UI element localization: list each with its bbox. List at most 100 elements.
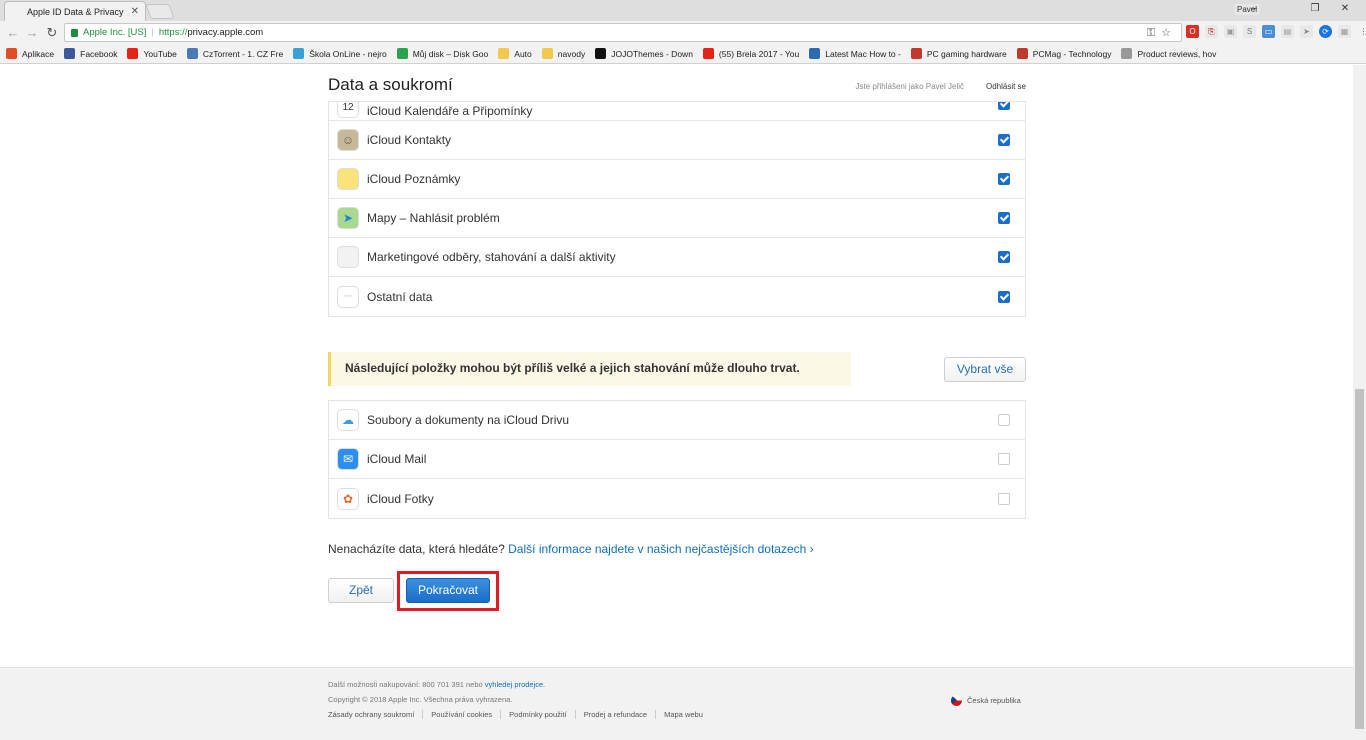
checkbox[interactable] (998, 492, 1010, 505)
bookmark-item[interactable]: Facebook (64, 48, 117, 59)
back-arrow-icon[interactable]: ← (5, 25, 21, 41)
bookmark-item[interactable]: Product reviews, hov (1121, 48, 1216, 59)
checkbox[interactable] (998, 290, 1010, 303)
list-item[interactable]: ➤ Mapy – Nahlásit problém (329, 199, 1025, 238)
scrollbar-thumb[interactable] (1355, 389, 1364, 729)
sign-out-link[interactable]: Odhlásit se (986, 82, 1026, 91)
checkbox[interactable] (998, 212, 1010, 224)
extension-icons: O ⎘ ▣ S ▭ ▤ ➤ ⟳ ▦ ⋮ (1186, 25, 1366, 38)
region-selector[interactable]: Česká republika (951, 695, 1021, 706)
contacts-icon: ☺ (337, 129, 359, 151)
shop-text: Další možnosti nakupování: 800 701 391 n… (328, 680, 483, 689)
forward-arrow-icon[interactable]: → (24, 25, 40, 41)
sync-extension-icon[interactable]: ⟳ (1319, 25, 1332, 38)
close-window-icon[interactable]: ✕ (1335, 2, 1355, 16)
reload-icon[interactable]: ↻ (44, 25, 60, 41)
extension-icon[interactable]: ▦ (1338, 25, 1351, 38)
list-item[interactable]: ◦◦◦ Ostatní data (329, 277, 1025, 316)
checkbox[interactable] (998, 134, 1010, 146)
icloud-drive-icon: ☁ (337, 409, 359, 431)
bookmark-item[interactable]: (55) Brela 2017 - You (702, 48, 800, 59)
bookmark-label: navody (557, 48, 586, 59)
checkbox[interactable] (998, 251, 1010, 263)
pdf-extension-icon[interactable]: ⎘ (1205, 25, 1218, 38)
bookmark-item[interactable]: YouTube (127, 48, 177, 59)
bookmark-label: CzTorrent - 1. CZ Fre (202, 48, 284, 59)
bookmark-item[interactable]: PCMag - Technology (1016, 48, 1111, 59)
maps-icon: ➤ (337, 207, 359, 229)
page-scrollbar[interactable] (1353, 65, 1366, 740)
bookmark-item[interactable]: navody (541, 48, 586, 59)
bookmark-item[interactable]: JOJOThemes - Down (595, 48, 693, 59)
opera-extension-icon[interactable]: O (1186, 25, 1199, 38)
window-extension-icon[interactable]: ▭ (1262, 25, 1275, 38)
bookmark-label: Auto (514, 48, 532, 59)
back-button[interactable]: Zpět (328, 578, 394, 603)
new-tab-button[interactable] (145, 4, 175, 19)
key-star-icons[interactable]: ⚿☆ (1147, 25, 1177, 42)
list-item-label: Mapy – Nahlásit problém (367, 211, 500, 225)
extension-icon[interactable]: ▤ (1281, 25, 1294, 38)
skola-icon (293, 48, 305, 59)
browser-tab-strip: Apple ID Data & Privacy ✕ Pavel – ❐ ✕ (0, 0, 1366, 21)
list-item[interactable]: 12 iCloud Kalendáře a Připomínky (329, 102, 1025, 121)
bookmark-item[interactable]: Škola OnLine - nejro (293, 48, 387, 59)
bookmark-label: YouTube (143, 48, 177, 59)
list-item-label: iCloud Poznámky (367, 172, 461, 186)
footer-link[interactable]: Mapa webu (656, 710, 711, 719)
select-all-button[interactable]: Vybrat vše (944, 357, 1026, 382)
checkbox[interactable] (998, 453, 1010, 465)
list-item[interactable]: ☁ Soubory a dokumenty na iCloud Drivu (329, 401, 1025, 440)
address-separator: | (151, 27, 154, 38)
bookmark-item[interactable]: PC gaming hardware (910, 48, 1007, 59)
find-reseller-link[interactable]: vyhledej prodejce (485, 680, 543, 689)
bookmark-label: Škola OnLine - nejro (309, 48, 387, 59)
czech-flag-icon (951, 695, 962, 706)
calendar-icon: 12 (337, 102, 359, 118)
list-item[interactable]: iCloud Poznámky (329, 160, 1025, 199)
chrome-menu-icon[interactable]: ⋮ (1357, 25, 1366, 38)
bookmark-item[interactable]: Aplikace (6, 48, 54, 59)
list-item-label: iCloud Mail (367, 452, 427, 466)
checkbox[interactable] (998, 173, 1010, 185)
secure-org-label: Apple Inc. [US] (83, 27, 147, 38)
bookmark-item[interactable]: Latest Mac How to - (809, 48, 901, 59)
list-item[interactable]: ✉ iCloud Mail (329, 440, 1025, 479)
continue-button[interactable]: Pokračovat (406, 578, 490, 603)
url-host: privacy.apple.com (187, 27, 264, 38)
notes-icon (337, 168, 359, 190)
page-footer: Další možnosti nakupování: 800 701 391 n… (0, 667, 1353, 740)
jojo-icon (595, 48, 607, 59)
list-item-label: iCloud Fotky (367, 491, 434, 506)
minimize-icon[interactable]: – (1244, 2, 1264, 16)
bookmark-item[interactable]: Auto (498, 48, 532, 59)
list-item[interactable]: ✿ iCloud Fotky (329, 479, 1025, 518)
bookmark-item[interactable]: Můj disk – Disk Goo (396, 48, 488, 59)
bookmark-item[interactable]: CzTorrent - 1. CZ Fre (186, 48, 284, 59)
faq-line: Nenacházíte data, která hledáte? Další i… (328, 542, 814, 556)
checkbox[interactable] (998, 102, 1010, 110)
checkbox[interactable] (998, 414, 1010, 426)
pcmag-icon (1016, 48, 1028, 59)
list-item[interactable]: ☺ iCloud Kontakty (329, 121, 1025, 160)
bookmark-label: Facebook (80, 48, 118, 59)
send-extension-icon[interactable]: ➤ (1300, 25, 1313, 38)
bookmark-label: JOJOThemes - Down (611, 48, 693, 59)
browser-tab[interactable]: Apple ID Data & Privacy ✕ (4, 1, 146, 21)
address-bar[interactable]: Apple Inc. [US] | https:// privacy.apple… (64, 23, 1182, 42)
skype-extension-icon[interactable]: S (1243, 25, 1256, 38)
footer-link[interactable]: Podmínky použití (501, 710, 576, 719)
page-content: Data a soukromí Jste přihlášeni jako Pav… (0, 65, 1353, 740)
footer-link[interactable]: Prodej a refundace (576, 710, 657, 719)
list-item[interactable]: Marketingové odběry, stahování a další a… (329, 238, 1025, 277)
bookmark-label: Latest Mac How to - (825, 48, 901, 59)
faq-link[interactable]: Další informace najdete v našich nejčast… (508, 542, 814, 556)
extension-icon[interactable]: ▣ (1224, 25, 1237, 38)
footer-link[interactable]: Zásady ochrany soukromí (328, 710, 424, 719)
footer-link[interactable]: Používání cookies (423, 710, 502, 719)
restore-icon[interactable]: ❐ (1305, 2, 1325, 16)
bookmark-label: (55) Brela 2017 - You (718, 48, 800, 59)
facebook-icon (64, 48, 76, 59)
tab-close-icon[interactable]: ✕ (131, 6, 139, 17)
bookmark-label: PC gaming hardware (926, 48, 1007, 59)
